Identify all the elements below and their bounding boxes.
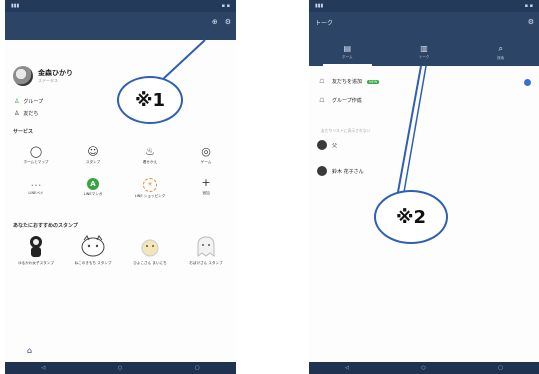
sticker-label: おばけさん スタンプ bbox=[189, 261, 223, 265]
sticker-label: ひよこさん まいにち bbox=[133, 261, 167, 265]
add-friend-icon[interactable]: ⊕ bbox=[212, 18, 218, 26]
service-label: 着せかえ bbox=[142, 160, 158, 164]
tab-label: 検索 bbox=[497, 56, 505, 60]
status-bar: ▮▮▮ ▪ ▪ bbox=[309, 0, 539, 12]
chick-sticker-icon bbox=[136, 234, 164, 258]
home-tab-icon[interactable]: ⌂ bbox=[27, 346, 32, 355]
service-label: ホームとマップ bbox=[23, 160, 49, 164]
create-group-label: グループ作成 bbox=[332, 98, 362, 104]
cat-sticker-icon bbox=[79, 234, 107, 258]
service-label: LINEマンガ bbox=[83, 192, 103, 196]
home-map-icon: ◯ bbox=[29, 145, 43, 158]
my-profile[interactable]: 金森ひかり ステータス bbox=[13, 66, 223, 92]
service-label: LINEペイ bbox=[28, 191, 44, 195]
service-item[interactable]: ☺ スタンプ bbox=[68, 146, 118, 165]
favorite-row[interactable]: 父 bbox=[317, 140, 531, 150]
stickers-title: あなたにおすすめのスタンプ bbox=[13, 223, 78, 229]
add-friend-icon: ☖ bbox=[319, 78, 325, 85]
avatar bbox=[317, 166, 327, 176]
menu-groups[interactable]: ♙ グループ bbox=[14, 98, 43, 105]
pay-icon: … bbox=[30, 176, 42, 189]
system-nav-bar: ◁ ○ ▢ bbox=[5, 362, 236, 374]
sticker-item[interactable]: ゆるかわ女子スタンプ bbox=[11, 234, 61, 266]
tab-talk[interactable]: ▥ トーク bbox=[386, 40, 463, 66]
sticker-icon: ☺ bbox=[87, 145, 99, 158]
profile-status: ステータス bbox=[38, 78, 58, 83]
service-item[interactable]: + 追加 bbox=[181, 177, 231, 196]
tab-bar: ▤ ホーム ▥ トーク ⌕ 検索 bbox=[309, 40, 539, 66]
friend-icon: ♙ bbox=[14, 110, 20, 117]
ghost-sticker-icon bbox=[192, 234, 220, 258]
tab-home[interactable]: ▤ ホーム bbox=[309, 40, 386, 66]
add-friend-row[interactable]: ☖ 友だちを追加 NEW bbox=[317, 78, 531, 85]
add-service-icon: + bbox=[201, 176, 211, 189]
girl-sticker-icon bbox=[22, 234, 50, 258]
tab-label: ホーム bbox=[342, 55, 353, 59]
group-icon: ♙ bbox=[14, 98, 20, 105]
favorite-row[interactable]: 鈴木 花子さん bbox=[317, 166, 531, 176]
sticker-item[interactable]: おばけさん スタンプ bbox=[181, 234, 231, 266]
status-bar: ▮▮▮ ▪ ▪ bbox=[5, 0, 236, 12]
home-icon[interactable]: ○ bbox=[118, 365, 122, 371]
system-nav-bar: ◁ ○ ▢ bbox=[309, 362, 539, 374]
menu-friends[interactable]: ♙ 友だち bbox=[14, 110, 38, 117]
recent-apps-icon[interactable]: ▢ bbox=[498, 365, 503, 371]
service-item[interactable]: ♨ 着せかえ bbox=[125, 146, 175, 165]
create-group-row[interactable]: ☖ グループ作成 bbox=[317, 97, 531, 104]
service-label: LINE ショッピング bbox=[134, 194, 166, 198]
menu-groups-label: グループ bbox=[23, 99, 44, 105]
service-label: 追加 bbox=[202, 191, 210, 195]
avatar bbox=[317, 140, 327, 150]
services-title: サービス bbox=[13, 129, 34, 135]
list-note: 友だちリストに表示されない bbox=[321, 128, 371, 133]
app-title: トーク bbox=[315, 20, 334, 27]
group-icon: ☖ bbox=[319, 97, 325, 104]
back-icon[interactable]: ◁ bbox=[345, 365, 349, 371]
sticker-label: ゆるかわ女子スタンプ bbox=[18, 261, 54, 265]
profile-name: 金森ひかり bbox=[38, 69, 73, 77]
app-header: トーク ⚙ bbox=[309, 12, 539, 40]
game-icon: ◎ bbox=[201, 145, 211, 158]
tab-search[interactable]: ⌕ 検索 bbox=[462, 40, 539, 66]
notification-dot bbox=[524, 79, 531, 86]
service-label: スタンプ bbox=[85, 160, 101, 164]
recent-apps-icon[interactable]: ▢ bbox=[195, 365, 200, 371]
sticker-label: ねこのきもち スタンプ bbox=[74, 261, 112, 265]
app-header: ⊕ ⚙ bbox=[5, 12, 236, 40]
shopping-icon: ☀ bbox=[143, 178, 157, 192]
sticker-item[interactable]: ひよこさん まいにち bbox=[125, 234, 175, 266]
add-friend-label: 友だちを追加 bbox=[332, 79, 363, 85]
settings-gear-icon[interactable]: ⚙ bbox=[225, 18, 231, 26]
service-label: ゲーム bbox=[200, 160, 212, 164]
tab-label: トーク bbox=[418, 55, 430, 59]
annotation-callout-1: ※1 bbox=[117, 76, 183, 124]
avatar bbox=[13, 66, 33, 86]
home-tab-icon: ▤ bbox=[343, 44, 352, 53]
service-item[interactable]: … LINEペイ bbox=[11, 177, 61, 196]
theme-icon: ♨ bbox=[145, 145, 155, 158]
right-phone-screen: ▮▮▮ ▪ ▪ トーク ⚙ ▤ ホーム ▥ トーク ⌕ 検索 ☖ 友だちを追加 N… bbox=[309, 0, 539, 374]
menu-friends-label: 友だち bbox=[23, 111, 39, 117]
new-badge: NEW bbox=[367, 79, 380, 84]
left-phone-screen: ▮▮▮ ▪ ▪ ⊕ ⚙ 金森ひかり ステータス ♙ グループ ♙ 友だち サービス… bbox=[5, 0, 236, 374]
home-icon[interactable]: ○ bbox=[421, 365, 425, 371]
favorite-name: 父 bbox=[332, 142, 338, 149]
annotation-callout-2: ※2 bbox=[374, 190, 448, 244]
service-item[interactable]: ◯ ホームとマップ bbox=[11, 146, 61, 165]
service-item[interactable]: ◎ ゲーム bbox=[181, 146, 231, 165]
settings-gear-icon[interactable]: ⚙ bbox=[528, 18, 534, 26]
service-item[interactable]: A LINEマンガ bbox=[68, 177, 118, 197]
service-item[interactable]: ☀ LINE ショッピング bbox=[125, 177, 175, 199]
favorite-name: 鈴木 花子さん bbox=[332, 168, 364, 175]
sticker-item[interactable]: ねこのきもち スタンプ bbox=[68, 234, 118, 266]
back-icon[interactable]: ◁ bbox=[41, 365, 45, 371]
talk-tab-icon: ▥ bbox=[420, 44, 428, 53]
search-icon: ⌕ bbox=[498, 44, 503, 53]
manga-icon: A bbox=[87, 178, 99, 190]
